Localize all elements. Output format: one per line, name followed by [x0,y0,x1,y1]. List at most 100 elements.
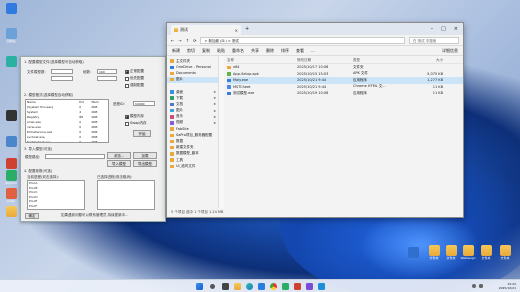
command-button[interactable]: 新建 [172,48,180,54]
list-item[interactable]: ProcF [29,204,83,209]
section-1-title: 1. 配置模型文件(选择模型可自动获取) [24,60,84,64]
field-3[interactable] [51,76,73,81]
option-normal[interactable]: ● 正常配置 [125,69,144,74]
desktop-icon-label: WeDesign [460,256,476,260]
nav-scrollbar[interactable] [219,56,224,208]
table-cell: 0 [79,140,82,143]
folder-icon [170,96,174,100]
column-name[interactable]: 名称 [227,58,297,63]
num-input[interactable]: 100 [97,69,117,74]
wifi-icon[interactable] [472,284,476,288]
desktop-icon[interactable] [2,206,20,218]
size-input[interactable] [51,69,73,74]
process-table[interactable]: Name Pid Mem [System Process] 0 0KB System 4… [25,99,109,143]
available-process-list[interactable]: ProcA ProcB ProcC ProcD ProcE ProcF [27,180,85,210]
option-priority[interactable]: 优先配置 [125,76,144,81]
address-field[interactable]: > 新加卷 (D:) > 测试 [200,36,405,44]
folder-icon [170,90,174,94]
start-button[interactable]: 开始 [133,130,151,137]
desktop-icon[interactable]: 文件夹 [477,245,495,261]
pin-icon: ✱ [213,102,216,107]
command-button[interactable]: 粘贴 [217,48,225,54]
folder-icon [170,121,174,125]
export-button[interactable]: 导出模型 [133,160,157,167]
file-icon [227,72,231,76]
maximize-icon[interactable]: □ [441,26,446,32]
tab-bar: 测试 × + – □ × [167,23,463,35]
app-icon[interactable] [306,282,313,290]
command-button[interactable]: 剪切 [187,48,195,54]
folder-icon [170,127,174,131]
selected-process-list[interactable] [97,180,155,210]
details-pane-button[interactable]: 详细信息 [442,48,458,54]
chrome-icon[interactable] [270,282,277,290]
tool-window: 1. 配置模型文件(选择模型可自动获取) 文件模型数: 帧数: 100 ● 正常配… [20,56,166,222]
nav-item-label: OneDrive - Personal [176,65,211,70]
column-size[interactable]: 大小 [407,58,447,63]
file-row[interactable]: 测试模型.exe 2025/10/19 10:08 应用程序 11 KB [227,90,463,97]
desktop-icon[interactable]: 文件夹 [442,245,460,261]
desktop-icon[interactable] [2,158,20,170]
close-tab-icon[interactable]: × [235,28,238,33]
folder-icon [445,245,457,256]
column-date[interactable]: 修改日期 [297,58,353,63]
option-force[interactable]: 强制配置 [125,83,144,88]
close-icon[interactable]: × [454,26,458,32]
search-box[interactable]: 在 测试 中搜索 [409,36,459,44]
app-icon[interactable] [282,282,289,290]
model-path-input[interactable] [45,154,105,159]
store-icon[interactable] [258,282,265,290]
forward-icon[interactable]: → [178,38,181,43]
command-button[interactable]: 共享 [251,48,259,54]
file-explorer-icon[interactable] [234,282,241,290]
refresh-icon[interactable]: ⟳ [193,38,196,43]
radio-model-mem[interactable]: ● 模型内存 [125,114,144,119]
edge-icon[interactable] [246,282,253,290]
app-icon[interactable] [318,282,325,290]
import-button[interactable]: 导入模型 [107,160,131,167]
nav-item[interactable]: UI_临时文件 [167,163,218,169]
desktop-icon[interactable]: 文件夹 [425,245,443,261]
desktop-icon[interactable] [2,136,20,148]
desktop-icon[interactable]: 文件夹 [496,245,514,261]
folder-icon [170,71,174,76]
search-icon[interactable] [210,283,215,289]
folder-icon [170,133,174,138]
radio-swap-mem[interactable]: Swap内存 [125,121,146,126]
desktop-icon[interactable] [404,247,422,259]
desktop-icon[interactable]: WeDesign [459,245,477,261]
nav-item-label: 桌面 [176,89,183,94]
file-icon [227,85,231,89]
command-button[interactable]: 重命名 [232,48,244,54]
clock[interactable]: 19:22 2025/10/21 [499,282,516,291]
browse-button[interactable]: 浏览... [107,152,131,159]
file-size: 5,075 KB [427,71,443,76]
desktop-icon[interactable] [2,110,20,122]
load-button[interactable]: 加载 [133,152,157,159]
task-view-icon[interactable] [222,282,229,290]
start-icon[interactable] [196,282,203,290]
column-type[interactable]: 类型 [353,58,407,63]
desktop-icon[interactable] [2,3,20,15]
desktop-icon[interactable] [2,56,20,68]
command-button[interactable]: 排序 [281,48,289,54]
desktop-icon[interactable]: WeChat [2,170,20,186]
back-icon[interactable]: ← [171,38,174,43]
app-icon[interactable] [294,282,301,290]
desktop-icon[interactable]: Video [2,188,20,204]
field-2[interactable] [97,76,117,81]
ok-button[interactable]: 确定 [25,213,39,219]
tab-current[interactable]: 测试 × [171,25,241,35]
pid-input[interactable]: 10000 [133,101,155,106]
volume-icon[interactable] [479,284,483,288]
up-icon[interactable]: ↑ [186,38,189,43]
command-button[interactable]: 删除 [266,48,274,54]
new-tab-icon[interactable]: + [245,26,249,32]
table-row[interactable]: fontdrvhost.exe 0 0KB [26,140,108,143]
desktop-icon[interactable]: 回收站 [2,28,20,44]
command-button[interactable]: 复制 [202,48,210,54]
command-button[interactable]: ... [311,48,315,53]
minimize-icon[interactable]: – [431,26,434,32]
command-button[interactable]: 查看 [296,48,304,54]
desktop-icon-label: Video [6,199,16,203]
